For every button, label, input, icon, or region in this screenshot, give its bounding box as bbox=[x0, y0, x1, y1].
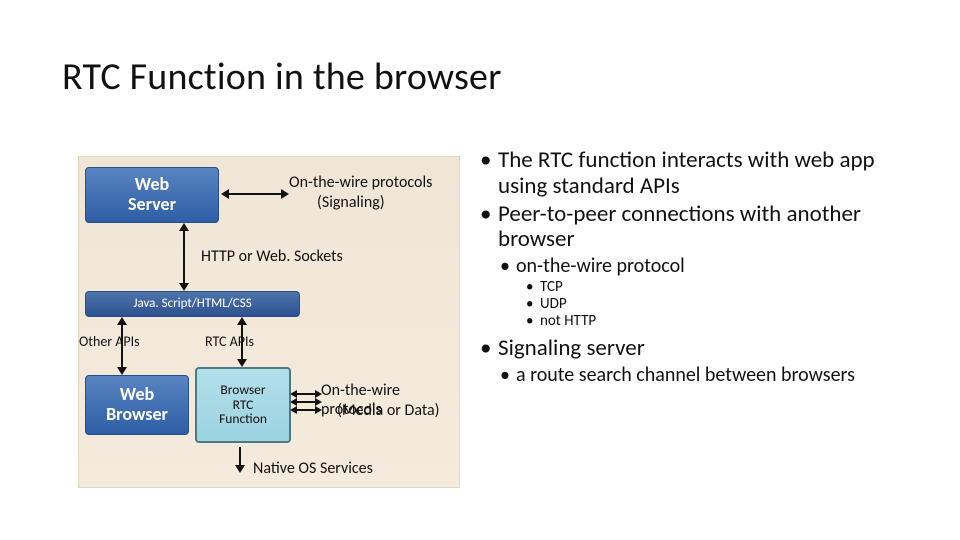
architecture-diagram: WebServer Java. Script/HTML/CSS WebBrows… bbox=[78, 156, 460, 488]
label-other-apis: Other APIs bbox=[79, 333, 140, 350]
slide: RTC Function in the browser WebServer Ja… bbox=[0, 0, 960, 540]
bullet-2a2: UDP bbox=[526, 296, 920, 313]
box-web-browser: WebBrowser bbox=[85, 375, 189, 435]
label-native-os: Native OS Services bbox=[253, 459, 373, 478]
arrow-media-data bbox=[297, 393, 315, 415]
label-signaling-protocols: On-the-wire protocols bbox=[289, 173, 432, 192]
bullet-content: The RTC function interacts with web app … bbox=[480, 148, 920, 388]
bullet-3: Signaling server bbox=[480, 336, 920, 362]
arrow-http-ws bbox=[183, 231, 185, 283]
bullet-2a: on-the-wire protocol bbox=[500, 255, 920, 277]
bullet-1: The RTC function interacts with web app … bbox=[480, 148, 920, 200]
label-media-sub: (Media or Data) bbox=[337, 401, 440, 420]
arrow-native-os bbox=[239, 447, 241, 465]
box-js-html-css: Java. Script/HTML/CSS bbox=[85, 291, 300, 317]
box-web-server: WebServer bbox=[85, 167, 219, 223]
label-rtc-apis: RTC APIs bbox=[205, 333, 254, 350]
arrow-signaling bbox=[229, 193, 281, 195]
label-signaling-sub: (Signaling) bbox=[317, 193, 385, 212]
label-http-ws: HTTP or Web. Sockets bbox=[201, 247, 343, 266]
bullet-2a1: TCP bbox=[526, 279, 920, 296]
bullet-2: Peer-to-peer connections with another br… bbox=[480, 202, 920, 254]
bullet-2a3: not HTTP bbox=[526, 313, 920, 330]
bullet-3a: a route search channel between browsers bbox=[500, 364, 920, 386]
box-browser-rtc-function: BrowserRTCFunction bbox=[195, 367, 291, 443]
slide-title: RTC Function in the browser bbox=[62, 54, 502, 100]
